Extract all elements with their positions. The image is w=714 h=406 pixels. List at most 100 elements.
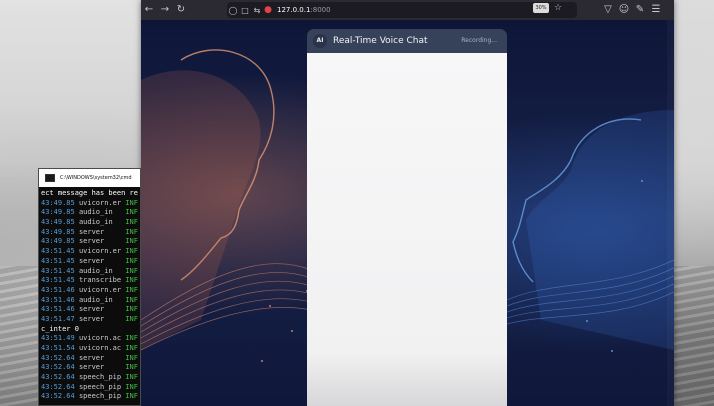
terminal-level: INF bbox=[125, 392, 138, 401]
terminal-timestamp: 43:49.85 bbox=[41, 237, 79, 246]
terminal-line: c_inter 0 bbox=[41, 325, 140, 335]
terminal-line: 43:52.64 server INF bbox=[41, 363, 140, 373]
terminal-level: INF bbox=[125, 285, 138, 294]
chat-header: AI Real-Time Voice Chat Recording... bbox=[307, 29, 507, 53]
terminal-line-text: ect message has been re bbox=[41, 189, 138, 197]
terminal-line: ect message has been re bbox=[41, 189, 140, 199]
ai-avatar-badge: AI bbox=[313, 34, 327, 48]
terminal-line: 43:51.45 audio_in INF bbox=[41, 267, 140, 277]
page-scroll-edge bbox=[667, 20, 674, 406]
terminal-timestamp: 43:51.47 bbox=[41, 314, 79, 323]
terminal-timestamp: 43:51.45 bbox=[41, 266, 79, 275]
forward-arrow-icon[interactable]: → bbox=[157, 0, 173, 20]
terminal-module: speech_pip bbox=[78, 373, 126, 382]
extensions-icon[interactable]: ✎ bbox=[632, 0, 648, 20]
terminal-line: 43:51.47 server INF bbox=[41, 315, 140, 325]
terminal-level: INF bbox=[125, 266, 138, 275]
terminal-timestamp: 43:51.46 bbox=[41, 295, 79, 304]
terminal-line: 43:51.46 uvicorn.er INF bbox=[41, 286, 140, 296]
terminal-line: 43:51.45 transcribe INF bbox=[41, 276, 140, 286]
terminal-module: server bbox=[78, 363, 126, 372]
terminal-title-bar[interactable]: C:\WINDOWS\system32\cmd bbox=[39, 169, 140, 187]
terminal-line-text: c_inter 0 bbox=[41, 324, 79, 333]
terminal-level: INF bbox=[125, 305, 138, 314]
terminal-timestamp: 43:51.46 bbox=[41, 285, 79, 294]
terminal-level: INF bbox=[125, 334, 138, 343]
terminal-level: INF bbox=[125, 256, 138, 265]
terminal-module: server bbox=[78, 237, 126, 246]
terminal-module: uvicorn.ac bbox=[78, 344, 126, 352]
terminal-level: INF bbox=[125, 198, 138, 207]
terminal-level: INF bbox=[125, 227, 138, 236]
terminal-timestamp: 43:52.64 bbox=[41, 363, 79, 372]
terminal-module: speech_pip bbox=[78, 382, 126, 391]
terminal-timestamp: 43:51.54 bbox=[41, 344, 79, 352]
terminal-line: 43:51.49 uvicorn.ac INF bbox=[41, 334, 140, 344]
particles bbox=[261, 290, 308, 362]
terminal-timestamp: 43:52.64 bbox=[41, 382, 79, 391]
recording-status: Recording... bbox=[461, 37, 497, 44]
terminal-level: INF bbox=[125, 237, 138, 246]
terminal-module: uvicorn.ac bbox=[78, 334, 126, 343]
terminal-window[interactable]: C:\WINDOWS\system32\cmd ect message has … bbox=[38, 168, 141, 406]
terminal-module: server bbox=[78, 353, 126, 362]
terminal-line: 43:49.85 audio_in INF bbox=[41, 218, 140, 228]
terminal-module: audio_in bbox=[78, 295, 126, 304]
terminal-level: INF bbox=[125, 373, 138, 382]
terminal-line: 43:51.54 uvicorn.ac INF bbox=[41, 344, 140, 354]
terminal-timestamp: 43:51.45 bbox=[41, 247, 79, 256]
terminal-line: 43:49.85 server INF bbox=[41, 237, 140, 247]
terminal-module: audio_in bbox=[78, 218, 126, 227]
chat-messages-area[interactable] bbox=[307, 53, 507, 406]
terminal-output: ect message has been re 43:49.85 uvicorn.… bbox=[39, 187, 140, 402]
terminal-timestamp: 43:52.64 bbox=[41, 353, 79, 362]
pocket-icon[interactable]: ▽ bbox=[600, 0, 616, 20]
terminal-timestamp: 43:51.46 bbox=[41, 305, 79, 314]
microphone-icon[interactable]: ● bbox=[263, 5, 273, 15]
terminal-level: INF bbox=[125, 344, 138, 352]
terminal-level: INF bbox=[125, 295, 138, 304]
url-text[interactable]: 127.0.0.1:8000 bbox=[277, 6, 331, 14]
terminal-line: 43:52.64 speech_pip INF bbox=[41, 392, 140, 402]
terminal-timestamp: 43:51.49 bbox=[41, 334, 79, 343]
shield-icon[interactable]: ◯ bbox=[227, 6, 239, 15]
terminal-module: audio_in bbox=[78, 266, 126, 275]
terminal-title: C:\WINDOWS\system32\cmd bbox=[60, 175, 132, 181]
reload-icon[interactable]: ↻ bbox=[173, 0, 189, 20]
terminal-level: INF bbox=[125, 208, 138, 217]
terminal-module: uvicorn.er bbox=[78, 285, 126, 294]
terminal-timestamp: 43:49.85 bbox=[41, 208, 79, 217]
terminal-timestamp: 43:51.45 bbox=[41, 276, 79, 285]
terminal-module: server bbox=[78, 256, 126, 265]
url-bar[interactable]: ◯ □ ⇆ ● 127.0.0.1:8000 bbox=[227, 2, 577, 18]
terminal-timestamp: 43:52.64 bbox=[41, 373, 79, 382]
terminal-timestamp: 43:51.45 bbox=[41, 256, 79, 265]
terminal-module: speech_pip bbox=[78, 392, 126, 401]
chat-title: Real-Time Voice Chat bbox=[333, 36, 428, 46]
terminal-timestamp: 43:52.64 bbox=[41, 392, 79, 401]
permissions-icon[interactable]: ⇆ bbox=[251, 6, 263, 15]
terminal-level: INF bbox=[125, 353, 138, 362]
terminal-level: INF bbox=[125, 247, 138, 256]
terminal-module: server bbox=[78, 314, 126, 323]
terminal-line: 43:52.64 speech_pip INF bbox=[41, 383, 140, 393]
terminal-line: 43:49.85 uvicorn.er INF bbox=[41, 199, 140, 209]
terminal-timestamp: 43:49.85 bbox=[41, 218, 79, 227]
url-port: :8000 bbox=[310, 6, 331, 14]
terminal-module: transcribe bbox=[78, 276, 126, 285]
terminal-line: 43:49.85 server INF bbox=[41, 228, 140, 238]
hamburger-menu-icon[interactable]: ☰ bbox=[648, 0, 664, 20]
account-icon[interactable]: ☺ bbox=[616, 0, 632, 20]
terminal-line: 43:51.46 server INF bbox=[41, 305, 140, 315]
back-arrow-icon[interactable]: ← bbox=[141, 0, 157, 20]
terminal-level: INF bbox=[125, 314, 138, 323]
terminal-module: uvicorn.er bbox=[78, 198, 126, 207]
terminal-line: 43:51.46 audio_in INF bbox=[41, 296, 140, 306]
page-icon[interactable]: □ bbox=[239, 6, 251, 15]
zoom-level-badge[interactable]: 30% bbox=[533, 3, 549, 13]
terminal-line: 43:51.45 server INF bbox=[41, 257, 140, 267]
terminal-line: 43:51.45 uvicorn.er INF bbox=[41, 247, 140, 257]
terminal-module: audio_in bbox=[78, 208, 126, 217]
star-icon[interactable]: ☆ bbox=[554, 0, 562, 16]
terminal-line: 43:52.64 server INF bbox=[41, 354, 140, 364]
